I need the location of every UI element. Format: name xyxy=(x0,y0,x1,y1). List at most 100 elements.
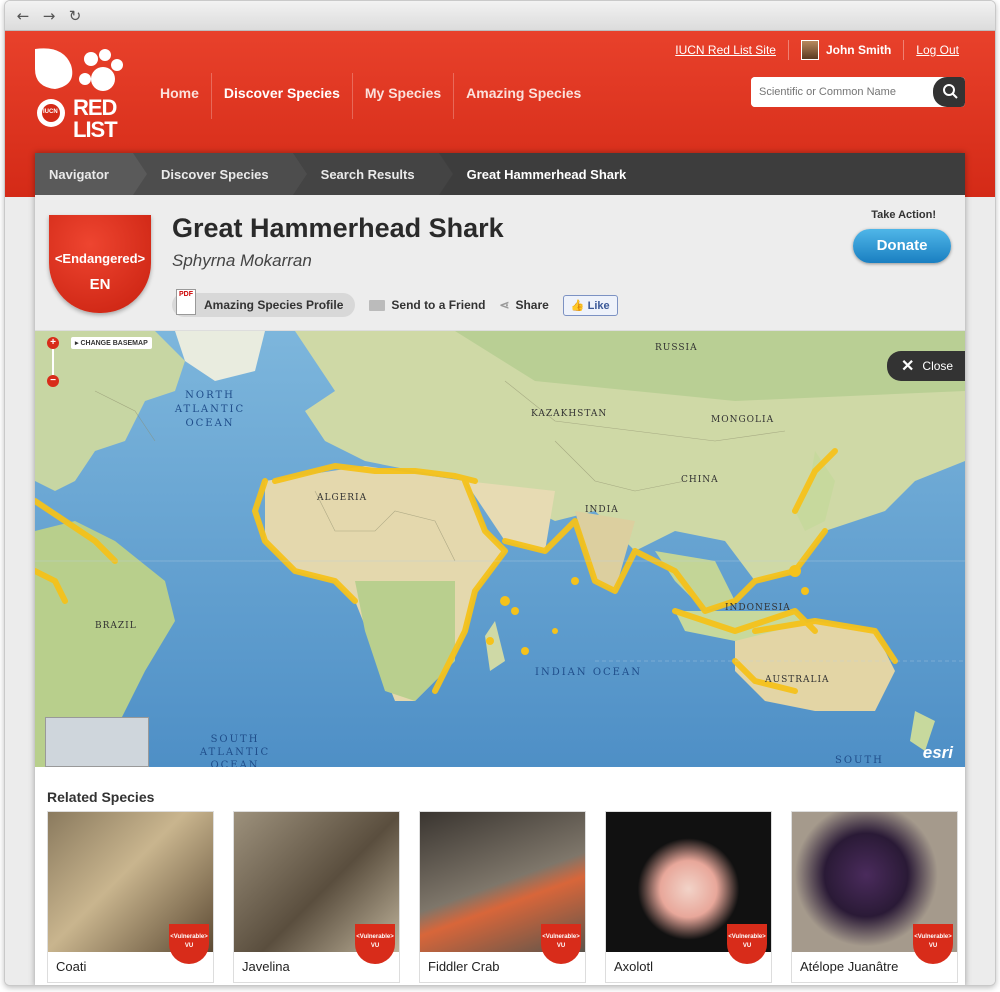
top-links: IUCN Red List Site John Smith Log Out xyxy=(663,36,971,64)
related-species-title: Related Species xyxy=(47,789,155,805)
donate-button[interactable]: Donate xyxy=(853,229,951,263)
breadcrumb-search-results[interactable]: Search Results xyxy=(292,153,453,195)
breadcrumb-current: Great Hammerhead Shark xyxy=(439,153,651,195)
status-label: <Endangered> xyxy=(54,251,146,266)
change-basemap-button[interactable]: ▸ CHANGE BASEMAP xyxy=(71,337,152,349)
logo-text-list: LIST xyxy=(73,117,118,142)
badge-code: VU xyxy=(556,943,566,949)
nav-discover-species[interactable]: Discover Species xyxy=(212,73,353,119)
species-card[interactable]: <Vulnerable> VU Coati xyxy=(47,811,214,983)
breadcrumb-label: Navigator xyxy=(49,167,109,182)
breadcrumb-label: Discover Species xyxy=(160,167,269,182)
zoom-in-button[interactable]: + xyxy=(47,337,59,349)
overview-minimap[interactable] xyxy=(45,717,149,767)
scientific-name: Sphyrna Mokarran xyxy=(172,251,312,270)
page-title: Great Hammerhead Shark xyxy=(172,213,504,243)
map-label-algeria: ALGERIA xyxy=(317,493,368,503)
share-icon: ⋖ xyxy=(499,298,510,312)
map-label-russia: RUSSIA xyxy=(655,343,698,353)
thumbs-up-icon: 👍 xyxy=(570,299,585,312)
zoom-control: + − xyxy=(47,337,59,389)
map-label-australia: AUSTRALIA xyxy=(765,675,830,685)
pdf-icon: PDF xyxy=(176,289,196,315)
map-label-south-atlantic: SOUTH ATLANTIC OCEAN xyxy=(199,734,271,767)
badge-label: <Vulnerable> xyxy=(728,934,766,940)
like-button[interactable]: 👍 Like xyxy=(562,294,618,316)
badge-label: <Vulnerable> xyxy=(356,934,394,940)
browser-window: ← → ↻ IUCN RED LIST Home Discover Specie… xyxy=(4,0,996,986)
close-map-button[interactable]: ✕ Close xyxy=(887,351,965,381)
map-label-indonesia: INDONESIA xyxy=(725,603,791,613)
breadcrumb-label: Great Hammerhead Shark xyxy=(466,167,627,182)
species-card[interactable]: <Vulnerable> VU Axolotl xyxy=(605,811,772,983)
search-input[interactable] xyxy=(751,77,931,107)
vulnerable-badge: <Vulnerable> VU xyxy=(913,924,953,964)
map-label-north-atlantic: NORTH ATLANTIC OCEAN xyxy=(174,390,246,429)
status-badge: <Endangered> EN xyxy=(49,215,151,313)
badge-label: <Vulnerable> xyxy=(542,934,580,940)
nav-my-species[interactable]: My Species xyxy=(353,73,455,119)
iucn-site-link[interactable]: IUCN Red List Site xyxy=(663,43,788,57)
species-card[interactable]: <Vulnerable> VU Fiddler Crab xyxy=(419,811,586,983)
search-box xyxy=(751,77,965,107)
search-button[interactable] xyxy=(933,77,965,107)
breadcrumb-discover-species[interactable]: Discover Species xyxy=(132,153,307,195)
breadcrumb-separator xyxy=(292,153,307,195)
take-action-label: Take Action! xyxy=(871,209,936,221)
back-icon[interactable]: ← xyxy=(15,8,31,24)
share-button[interactable]: ⋖ Share xyxy=(499,298,548,312)
species-panel: Navigator Discover Species Search Result… xyxy=(35,153,965,985)
envelope-icon xyxy=(369,299,386,311)
species-card-name: Fiddler Crab xyxy=(428,959,500,974)
related-species-list: <Vulnerable> VU Coati <Vulnerable> VU Jave… xyxy=(47,811,958,983)
share-label: Share xyxy=(515,298,549,312)
page: IUCN RED LIST Home Discover Species My S… xyxy=(5,31,995,985)
close-label: Close xyxy=(922,359,954,373)
map-label-kazakhstan: KAZAKHSTAN xyxy=(531,409,608,419)
vulnerable-badge: <Vulnerable> VU xyxy=(727,924,767,964)
user-menu[interactable]: John Smith xyxy=(787,40,905,60)
forward-icon[interactable]: → xyxy=(41,8,57,24)
profile-button[interactable]: PDF Amazing Species Profile xyxy=(172,289,356,317)
related-species: Related Species <Vulnerable> VU Coati <Vu… xyxy=(35,789,965,983)
species-card[interactable]: <Vulnerable> VU Atélope Juanâtre xyxy=(791,811,958,983)
species-card-name: Axolotl xyxy=(614,959,654,974)
map-label-mongolia: MONGOLIA xyxy=(711,415,775,425)
zoom-out-button[interactable]: − xyxy=(47,375,59,387)
main-nav: Home Discover Species My Species Amazing… xyxy=(148,73,593,119)
logo-badge: IUCN xyxy=(43,109,58,115)
species-actions: PDF Amazing Species Profile Send to a Fr… xyxy=(172,289,618,317)
range-map[interactable]: NORTH ATLANTIC OCEAN SOUTH ATLANTIC OCEA… xyxy=(35,331,965,767)
logout-link[interactable]: Log Out xyxy=(904,43,971,57)
badge-code: VU xyxy=(370,943,380,949)
vulnerable-badge: <Vulnerable> VU xyxy=(169,924,209,964)
badge-code: VU xyxy=(928,943,938,949)
breadcrumb-label: Search Results xyxy=(320,167,415,182)
badge-code: VU xyxy=(184,943,194,949)
breadcrumb-separator xyxy=(438,153,453,195)
browser-toolbar: ← → ↻ xyxy=(5,1,995,31)
close-icon: ✕ xyxy=(901,358,915,375)
like-label: Like xyxy=(587,299,610,312)
map-label-brazil: BRAZIL xyxy=(95,621,137,631)
breadcrumb-navigator[interactable]: Navigator xyxy=(35,153,147,195)
profile-label: Amazing Species Profile xyxy=(204,298,344,312)
map-label-india: INDIA xyxy=(585,505,619,515)
red-list-logo[interactable]: IUCN RED LIST xyxy=(33,45,133,145)
map-label-china: CHINA xyxy=(681,475,719,485)
send-to-friend-button[interactable]: Send to a Friend xyxy=(369,298,485,312)
badge-label: <Vulnerable> xyxy=(914,934,952,940)
species-card[interactable]: <Vulnerable> VU Javelina xyxy=(233,811,400,983)
nav-amazing-species[interactable]: Amazing Species xyxy=(454,73,593,119)
breadcrumb-separator xyxy=(132,153,147,195)
nav-home[interactable]: Home xyxy=(148,73,212,119)
zoom-slider[interactable] xyxy=(52,349,54,375)
reload-icon[interactable]: ↻ xyxy=(67,8,83,24)
badge-code: VU xyxy=(742,943,752,949)
vulnerable-badge: <Vulnerable> VU xyxy=(541,924,581,964)
map-label-south: SOUTH xyxy=(835,755,884,766)
species-card-name: Javelina xyxy=(242,959,290,974)
species-header: <Endangered> EN Great Hammerhead Shark S… xyxy=(35,195,965,331)
vulnerable-badge: <Vulnerable> VU xyxy=(355,924,395,964)
status-code: EN xyxy=(89,276,111,293)
